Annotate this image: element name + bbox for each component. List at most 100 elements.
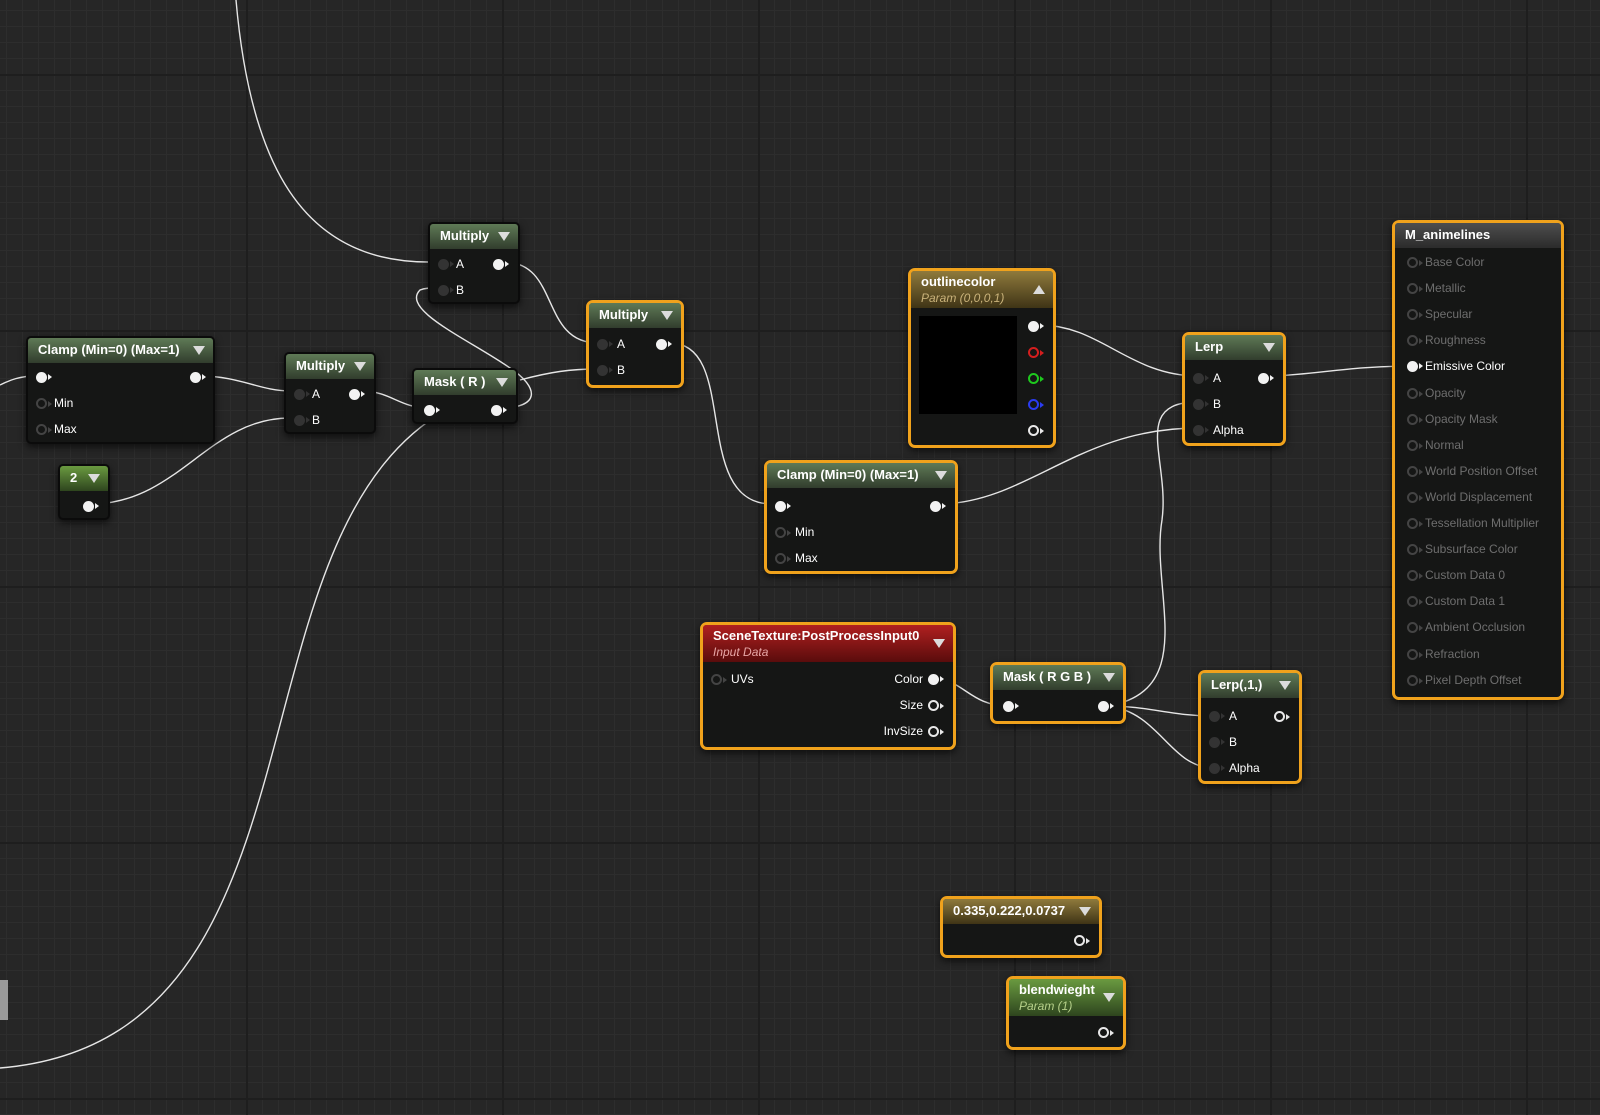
node-header[interactable]: Mask ( R G B ) (993, 665, 1123, 690)
node-header[interactable]: Clamp (Min=0) (Max=1) (767, 463, 955, 488)
material-input-pin[interactable] (1407, 387, 1423, 399)
node-header[interactable]: Multiply (589, 303, 681, 328)
node-header[interactable]: Clamp (Min=0) (Max=1) (28, 338, 213, 363)
a-pin[interactable] (438, 259, 454, 270)
collapse-arrow-icon[interactable] (935, 471, 947, 480)
blendwieght-param-node[interactable]: blendwieght Param (1) (1006, 976, 1126, 1050)
output-pin[interactable] (83, 501, 99, 512)
mask-rgb-node[interactable]: Mask ( R G B ) (990, 662, 1126, 724)
node-header[interactable]: Mask ( R ) (414, 370, 516, 395)
constant-2-node[interactable]: 2 (58, 464, 110, 520)
input-pin[interactable] (1003, 701, 1019, 712)
material-result-node[interactable]: M_animelines Base Color Metallic Specular R… (1392, 220, 1564, 700)
outlinecolor-param-node[interactable]: outlinecolor Param (0,0,0,1) (908, 268, 1056, 448)
b-pin[interactable] (438, 285, 454, 296)
a-pin[interactable] (1209, 711, 1225, 722)
node-header[interactable]: Multiply (430, 224, 518, 249)
material-input-pin[interactable] (1407, 596, 1423, 608)
scrollbar-thumb[interactable] (0, 980, 8, 1020)
material-input-pin[interactable] (1407, 622, 1423, 634)
mask-r-node[interactable]: Mask ( R ) (412, 368, 518, 424)
a-pin[interactable] (294, 389, 310, 400)
node-header[interactable]: M_animelines (1395, 223, 1561, 248)
collapse-arrow-icon[interactable] (1263, 343, 1275, 352)
material-input-pin[interactable] (1407, 361, 1423, 373)
uvs-pin[interactable] (711, 674, 727, 685)
output-pin[interactable] (1074, 935, 1090, 946)
output-pin[interactable] (1274, 711, 1290, 722)
output-pin[interactable] (1098, 701, 1114, 712)
collapse-arrow-icon[interactable] (1033, 285, 1045, 294)
clamp-node-left[interactable]: Clamp (Min=0) (Max=1) Min Max (26, 336, 215, 444)
material-input-pin[interactable] (1407, 570, 1423, 582)
node-header[interactable]: blendwieght Param (1) (1009, 979, 1123, 1016)
a-pin[interactable] (597, 339, 613, 350)
alpha-pin[interactable] (1193, 425, 1209, 436)
output-pin[interactable] (930, 501, 946, 512)
b-pin[interactable] (597, 365, 613, 376)
scenetexture-node[interactable]: SceneTexture:PostProcessInput0 Input Dat… (700, 622, 956, 750)
material-input-pin[interactable] (1407, 518, 1423, 529)
output-pin[interactable] (349, 389, 365, 400)
a-output-pin[interactable] (1028, 425, 1044, 436)
constant-vector-node[interactable]: 0.335,0.222,0.0737 (940, 896, 1102, 958)
output-pin[interactable] (1098, 1027, 1114, 1038)
output-pin[interactable] (656, 339, 672, 350)
lerp-small-node[interactable]: Lerp(,1,) A B Alpha (1198, 670, 1302, 784)
material-input-pin[interactable] (1407, 283, 1423, 295)
max-pin[interactable] (775, 553, 791, 564)
node-header[interactable]: 0.335,0.222,0.0737 (943, 899, 1099, 924)
node-header[interactable]: Lerp (1185, 335, 1283, 360)
material-input-pin[interactable] (1407, 674, 1423, 686)
multiply-node-3[interactable]: Multiply A B (586, 300, 684, 388)
material-input-pin[interactable] (1407, 413, 1423, 425)
output-pin[interactable] (491, 405, 507, 416)
collapse-arrow-icon[interactable] (1079, 907, 1091, 916)
a-pin[interactable] (1193, 373, 1209, 384)
input-pin[interactable] (775, 501, 791, 512)
b-pin[interactable] (294, 415, 310, 426)
collapse-arrow-icon[interactable] (354, 362, 366, 371)
r-output-pin[interactable] (1028, 347, 1044, 358)
size-output-pin[interactable] (928, 700, 944, 711)
multiply-node-1[interactable]: Multiply A B (428, 222, 520, 304)
material-input-pin[interactable] (1407, 309, 1423, 321)
collapse-arrow-icon[interactable] (933, 639, 945, 648)
b-output-pin[interactable] (1028, 399, 1044, 410)
material-input-pin[interactable] (1407, 257, 1423, 268)
collapse-arrow-icon[interactable] (1279, 681, 1291, 690)
color-output-pin[interactable] (928, 674, 944, 685)
output-pin[interactable] (1258, 373, 1274, 384)
collapse-arrow-icon[interactable] (193, 346, 205, 355)
max-pin[interactable] (36, 424, 52, 435)
node-header[interactable]: 2 (60, 466, 108, 491)
material-input-pin[interactable] (1407, 491, 1423, 503)
node-header[interactable]: SceneTexture:PostProcessInput0 Input Dat… (703, 625, 953, 662)
clamp-node-mid[interactable]: Clamp (Min=0) (Max=1) Min Max (764, 460, 958, 574)
collapse-arrow-icon[interactable] (1103, 673, 1115, 682)
material-input-pin[interactable] (1407, 439, 1423, 451)
g-output-pin[interactable] (1028, 373, 1044, 384)
material-input-pin[interactable] (1407, 648, 1423, 660)
b-pin[interactable] (1193, 399, 1209, 410)
rgba-output-pin[interactable] (1028, 321, 1044, 332)
material-input-pin[interactable] (1407, 335, 1423, 347)
output-pin[interactable] (493, 259, 509, 270)
collapse-arrow-icon[interactable] (1103, 993, 1115, 1002)
node-header[interactable]: Lerp(,1,) (1201, 673, 1299, 698)
collapse-arrow-icon[interactable] (88, 474, 100, 483)
multiply-node-2[interactable]: Multiply A B (284, 352, 376, 434)
input-pin[interactable] (36, 372, 52, 383)
collapse-arrow-icon[interactable] (661, 311, 673, 320)
min-pin[interactable] (36, 398, 52, 409)
material-input-pin[interactable] (1407, 544, 1423, 556)
lerp-node[interactable]: Lerp A B Alpha (1182, 332, 1286, 446)
collapse-arrow-icon[interactable] (498, 232, 510, 241)
collapse-arrow-icon[interactable] (496, 378, 508, 387)
output-pin[interactable] (190, 372, 206, 383)
node-header[interactable]: outlinecolor Param (0,0,0,1) (911, 271, 1053, 308)
min-pin[interactable] (775, 527, 791, 538)
material-input-pin[interactable] (1407, 465, 1423, 477)
node-header[interactable]: Multiply (286, 354, 374, 379)
alpha-pin[interactable] (1209, 763, 1225, 774)
